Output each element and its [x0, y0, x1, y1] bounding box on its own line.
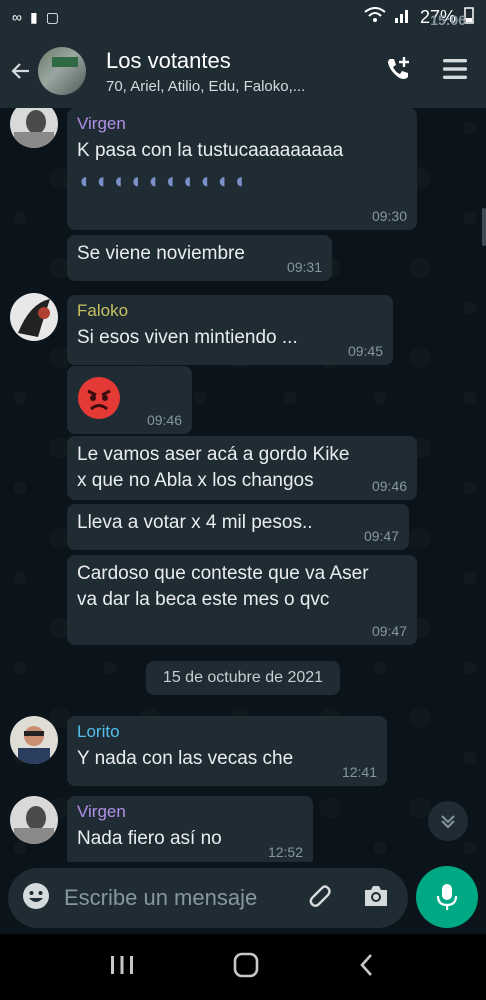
avatar[interactable]: [10, 108, 58, 148]
speaking-head-emoji: ◖: [215, 168, 229, 193]
message-time: 09:47: [363, 528, 399, 544]
avatar[interactable]: [10, 796, 58, 844]
speaking-head-emoji: ◖: [94, 168, 108, 193]
message-time: 12:41: [341, 764, 377, 780]
message-time: 12:52: [267, 844, 303, 860]
message-bubble[interactable]: Lleva a votar x 4 mil pesos.. 09:47: [67, 504, 409, 550]
system-nav-bar: [0, 934, 486, 1000]
group-title: Los votantes: [106, 47, 231, 73]
speaking-head-emoji: ◖: [232, 168, 246, 193]
clipboard-icon: ▢: [45, 8, 59, 25]
recents-icon[interactable]: [109, 954, 135, 981]
message-sender: Lorito: [77, 722, 120, 741]
camera-icon[interactable]: [362, 883, 390, 914]
nav-back-icon[interactable]: [357, 953, 377, 982]
message-text: Se viene noviembre: [77, 243, 245, 264]
emoji-icon[interactable]: [22, 882, 50, 915]
chat-header: Los votantes 70, Ariel, Atilio, Edu, Fal…: [0, 34, 486, 108]
alert-icon: ▮: [29, 8, 38, 25]
scrollbar[interactable]: [482, 208, 486, 246]
speaking-head-emoji: ◖: [163, 168, 177, 193]
scroll-down-icon[interactable]: [428, 801, 468, 841]
message-text: Le vamos aser acá a gordo Kike x que no …: [77, 444, 350, 491]
back-arrow-icon[interactable]: [4, 34, 38, 108]
message-time: 09:46: [371, 478, 407, 494]
message-bubble[interactable]: Cardoso que conteste que va Aser va dar …: [67, 555, 417, 645]
mic-icon[interactable]: [416, 866, 478, 928]
group-avatar[interactable]: [38, 47, 86, 95]
message-bubble[interactable]: Virgen Nada fiero así no 12:52: [67, 796, 313, 862]
voicemail-icon: ∞: [12, 9, 22, 25]
home-icon[interactable]: [233, 952, 259, 983]
message-time: 09:31: [286, 259, 322, 275]
group-info[interactable]: Los votantes 70, Ariel, Atilio, Edu, Fal…: [106, 48, 384, 95]
message-bubble[interactable]: Virgen K pasa con la tustucaaaaaaaaa ◖ ◖…: [67, 108, 417, 230]
speaking-head-emoji: ◖: [180, 168, 195, 193]
composer: Escribe un mensaje: [0, 862, 486, 934]
message-sender: Virgen: [77, 114, 126, 133]
avatar[interactable]: [10, 293, 58, 341]
date-divider: 15 de octubre de 2021: [146, 661, 340, 695]
status-time: 15:06: [430, 12, 466, 28]
message-time: 09:46: [146, 412, 182, 428]
message-bubble[interactable]: Se viene noviembre 09:31: [67, 235, 332, 281]
message-time: 09:30: [371, 208, 407, 224]
wifi-icon: [364, 6, 386, 28]
chat-area[interactable]: Virgen K pasa con la tustucaaaaaaaaa ◖ ◖…: [0, 108, 486, 862]
speaking-head-emoji: ◖: [146, 168, 160, 193]
message-text: Y nada con las vecas che: [77, 748, 294, 769]
message-text: Si esos viven mintiendo ...: [77, 327, 298, 348]
message-sender: Virgen: [77, 802, 126, 821]
add-call-icon[interactable]: [384, 55, 412, 88]
message-text: Lleva a votar x 4 mil pesos..: [77, 512, 313, 533]
group-members: 70, Ariel, Atilio, Edu, Faloko,...: [106, 77, 306, 95]
message-bubble[interactable]: 09:46: [67, 366, 192, 434]
message-text: K pasa con la tustucaaaaaaaaa: [77, 140, 344, 161]
message-text: Cardoso que conteste que va Aser va dar …: [77, 563, 369, 610]
speaking-head-emoji: ◖: [128, 168, 143, 193]
attach-icon[interactable]: [304, 882, 332, 915]
message-bubble[interactable]: Le vamos aser acá a gordo Kike x que no …: [67, 436, 417, 500]
status-bar: 15:06 ∞ ▮ ▢ 27%: [0, 0, 486, 34]
message-bubble[interactable]: Lorito Y nada con las vecas che 12:41: [67, 716, 387, 786]
avatar[interactable]: [10, 716, 58, 764]
message-time: 09:45: [347, 343, 383, 359]
speaking-head-emoji: ◖: [111, 168, 125, 193]
menu-icon[interactable]: [442, 56, 468, 87]
message-bubble[interactable]: Faloko Si esos viven mintiendo ... 09:45: [67, 295, 393, 365]
message-sender: Faloko: [77, 301, 129, 320]
speaking-head-emoji: ◖: [77, 168, 91, 193]
message-time: 09:47: [371, 623, 407, 639]
message-input[interactable]: Escribe un mensaje: [8, 868, 408, 928]
signal-icon: [394, 7, 412, 28]
message-placeholder: Escribe un mensaje: [64, 885, 258, 910]
speaking-head-emoji: ◖: [198, 168, 212, 193]
emoji-row: ◖ ◖ ◖ ◖ ◖ ◖ ◖ ◖ ◖ ◖: [77, 168, 407, 194]
